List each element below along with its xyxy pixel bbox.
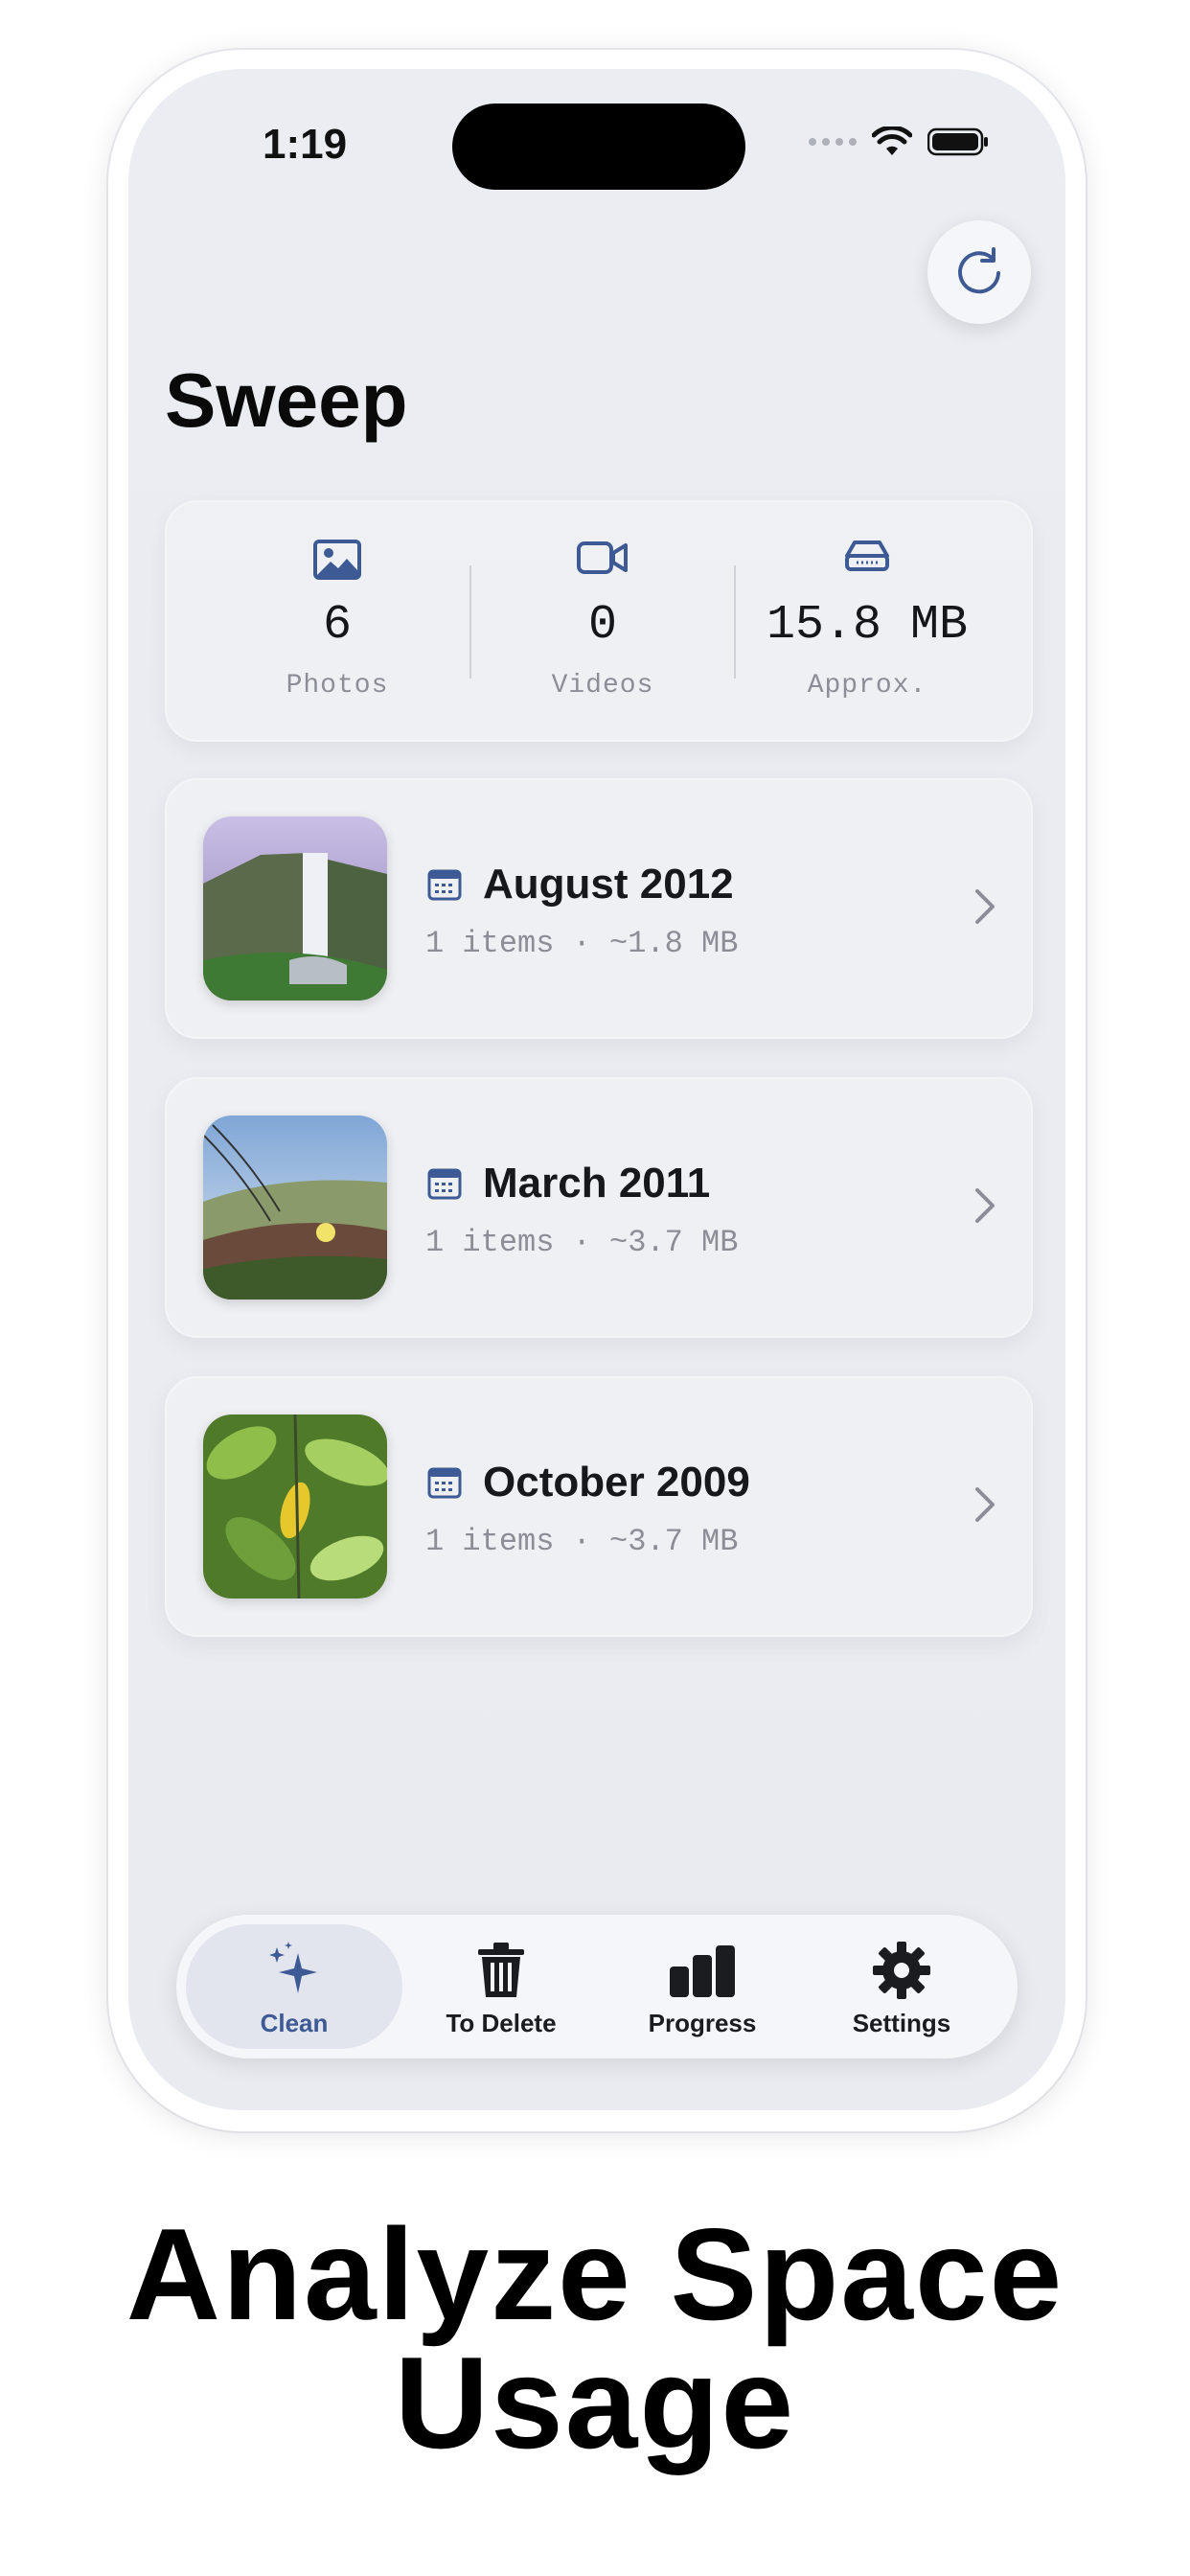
battery-icon xyxy=(927,127,988,156)
photo-icon xyxy=(313,540,361,580)
tab-progress[interactable]: Progress xyxy=(594,1924,811,2049)
wifi-icon xyxy=(872,126,912,155)
leaves-photo xyxy=(203,1414,387,1598)
waterfall-photo xyxy=(203,816,387,1000)
calendar-icon xyxy=(427,1467,462,1499)
stat-value: 6 xyxy=(322,598,352,653)
calendar-icon xyxy=(427,1168,462,1200)
album-subtitle: 1 items · ~1.8 MB xyxy=(425,926,739,961)
tab-label: Settings xyxy=(852,2009,951,2037)
stat-label: Videos xyxy=(551,671,654,701)
flowers-photo xyxy=(203,1116,387,1300)
album-thumbnail xyxy=(203,816,387,1000)
album-thumbnail xyxy=(203,1116,387,1300)
stat-videos: 0 Videos xyxy=(470,502,735,740)
tab-to-delete[interactable]: To Delete xyxy=(393,1924,609,2049)
storage-drive-icon xyxy=(845,540,889,571)
tab-label: To Delete xyxy=(446,2009,557,2037)
sparkles-icon xyxy=(269,1942,317,1993)
album-row-october-2009[interactable]: October 2009 1 items · ~3.7 MB xyxy=(165,1376,1033,1637)
calendar-icon xyxy=(427,869,462,901)
chevron-right-icon xyxy=(975,1487,995,1522)
tab-label: Clean xyxy=(260,2009,329,2037)
album-title: March 2011 xyxy=(483,1160,711,1207)
stats-card: 6 Photos 0 Videos 15.8 MB Approx. xyxy=(165,500,1033,742)
refresh-icon xyxy=(958,247,1000,294)
app-screen: 1:19 Sweep 6 Photos 0 Videos 15.8 MB App… xyxy=(128,69,1065,2110)
tab-clean[interactable]: Clean xyxy=(186,1924,402,2049)
album-subtitle: 1 items · ~3.7 MB xyxy=(425,1225,739,1260)
tab-bar: Clean To Delete Progress Settings xyxy=(176,1915,1018,2058)
chevron-right-icon xyxy=(975,1188,995,1223)
album-row-august-2012[interactable]: August 2012 1 items · ~1.8 MB xyxy=(165,778,1033,1039)
album-row-march-2011[interactable]: March 2011 1 items · ~3.7 MB xyxy=(165,1077,1033,1338)
album-thumbnail xyxy=(203,1414,387,1598)
status-time: 1:19 xyxy=(263,121,348,168)
stat-photos: 6 Photos xyxy=(205,502,469,740)
stat-value: 15.8 MB xyxy=(766,598,969,653)
caption-line: Analyze Space xyxy=(126,2201,1064,2347)
album-title: October 2009 xyxy=(483,1459,750,1506)
album-subtitle: 1 items · ~3.7 MB xyxy=(425,1524,739,1559)
marketing-caption: Analyze Space Usage xyxy=(0,2201,1190,2475)
status-icons xyxy=(809,126,989,157)
stat-label: Photos xyxy=(286,671,389,701)
signal-icon xyxy=(809,138,857,146)
dynamic-island xyxy=(452,104,745,190)
stat-label: Approx. xyxy=(807,671,927,701)
video-icon xyxy=(577,541,628,574)
bar-chart-icon xyxy=(670,1945,735,1997)
tab-label: Progress xyxy=(648,2009,757,2037)
trash-icon xyxy=(478,1943,524,1997)
album-title: August 2012 xyxy=(483,861,734,908)
refresh-button[interactable] xyxy=(927,220,1031,324)
caption-line: Usage xyxy=(394,2330,796,2475)
stat-value: 0 xyxy=(587,598,617,653)
stat-storage: 15.8 MB Approx. xyxy=(735,502,999,740)
tab-settings[interactable]: Settings xyxy=(793,1924,1010,2049)
page-title: Sweep xyxy=(165,357,408,443)
chevron-right-icon xyxy=(975,889,995,924)
gear-icon xyxy=(873,1942,930,1999)
